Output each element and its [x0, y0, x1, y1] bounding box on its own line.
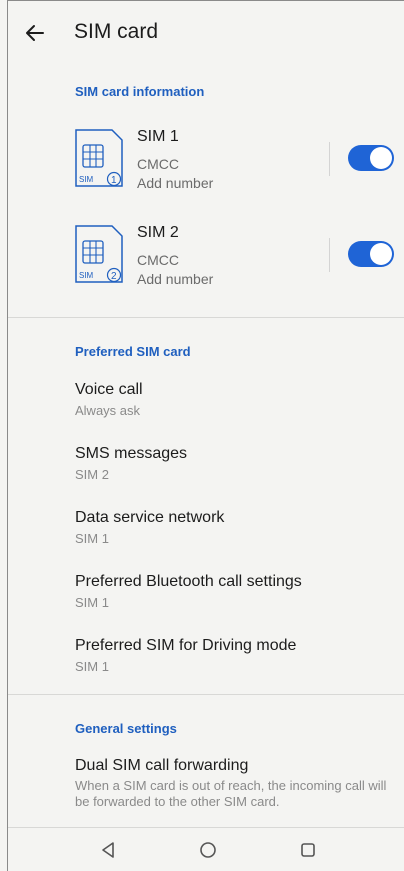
- circle-home-icon: [200, 842, 216, 858]
- section-header-general: General settings: [75, 721, 177, 736]
- toggle-knob: [370, 147, 392, 169]
- section-header-sim-info: SIM card information: [75, 84, 205, 99]
- navigation-bar: [8, 828, 404, 871]
- sim-row-1[interactable]: SIM 1 SIM 1 CMCC Add number: [0, 128, 404, 214]
- triangle-back-icon: [102, 842, 114, 858]
- pref-item-description: When a SIM card is out of reach, the inc…: [75, 778, 387, 809]
- sim-number: Add number: [137, 175, 214, 191]
- vertical-divider: [329, 142, 330, 176]
- sim-card-icon: SIM 1: [74, 128, 124, 188]
- pref-item-voice-call[interactable]: Voice call Always ask: [75, 380, 395, 420]
- pref-item-driving-mode[interactable]: Preferred SIM for Driving mode SIM 1: [75, 636, 395, 676]
- sim-name: SIM 1: [137, 128, 179, 145]
- arrow-left-icon: [26, 25, 44, 41]
- pref-item-data-service[interactable]: Data service network SIM 1: [75, 508, 395, 548]
- square-recents-icon: [301, 843, 315, 857]
- section-divider: [8, 694, 404, 695]
- pref-item-value: SIM 1: [75, 659, 109, 674]
- sim-badge-label: SIM: [79, 271, 94, 280]
- vertical-divider: [329, 238, 330, 272]
- sim-card-icon: SIM 2: [74, 224, 124, 284]
- nav-home-button[interactable]: [196, 838, 220, 862]
- pref-item-value: SIM 1: [75, 595, 109, 610]
- pref-item-title: Preferred Bluetooth call settings: [75, 573, 302, 590]
- pref-item-title: Dual SIM call forwarding: [75, 757, 249, 774]
- nav-recents-button[interactable]: [296, 838, 320, 862]
- pref-item-title: Data service network: [75, 509, 225, 526]
- section-divider: [8, 317, 404, 318]
- pref-item-value: SIM 1: [75, 531, 109, 546]
- pref-item-bluetooth-call[interactable]: Preferred Bluetooth call settings SIM 1: [75, 572, 395, 612]
- pref-item-title: Voice call: [75, 381, 143, 398]
- sim-row-2[interactable]: SIM 2 SIM 2 CMCC Add number: [0, 224, 404, 310]
- nav-back-button[interactable]: [96, 838, 120, 862]
- sim-number: Add number: [137, 271, 214, 287]
- sim-1-toggle[interactable]: [348, 145, 394, 171]
- sim-2-toggle[interactable]: [348, 241, 394, 267]
- sim-badge-number: 1: [111, 175, 117, 186]
- sim-badge-number: 2: [111, 271, 117, 282]
- page-title: SIM card: [74, 20, 159, 43]
- toggle-knob: [370, 243, 392, 265]
- pref-item-dual-sim-forwarding[interactable]: Dual SIM call forwarding When a SIM card…: [75, 756, 393, 810]
- pref-item-value: Always ask: [75, 403, 141, 418]
- sim-name: SIM 2: [137, 224, 179, 241]
- sim-carrier: CMCC: [137, 252, 179, 268]
- app-bar: SIM card: [0, 14, 404, 54]
- frame-border-top: [7, 0, 404, 1]
- back-button[interactable]: [22, 20, 48, 46]
- pref-item-value: SIM 2: [75, 467, 109, 482]
- pref-item-title: SMS messages: [75, 445, 188, 462]
- section-header-preferred: Preferred SIM card: [75, 344, 191, 359]
- pref-item-title: Preferred SIM for Driving mode: [75, 637, 297, 654]
- sim-carrier: CMCC: [137, 156, 179, 172]
- pref-item-sms-messages[interactable]: SMS messages SIM 2: [75, 444, 395, 484]
- sim-badge-label: SIM: [79, 175, 94, 184]
